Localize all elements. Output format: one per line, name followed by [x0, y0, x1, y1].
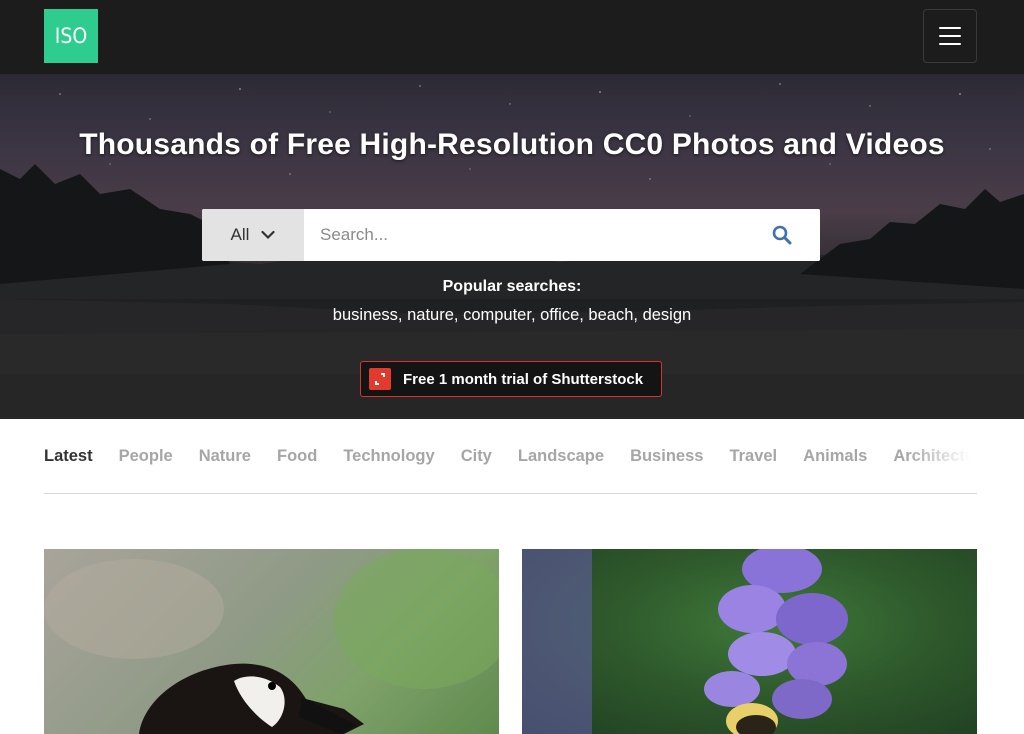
tab-animals[interactable]: Animals [803, 420, 867, 493]
shutterstock-icon [369, 368, 391, 390]
popular-search-link[interactable]: beach [588, 306, 633, 324]
site-logo[interactable]: ISO [44, 9, 98, 63]
bee-on-purple-flower-photo [522, 549, 848, 734]
tab-technology[interactable]: Technology [343, 420, 434, 493]
hamburger-icon-line [939, 35, 961, 37]
search-input[interactable] [304, 209, 744, 261]
category-tabs: Latest People Nature Food Technology Cit… [44, 420, 977, 494]
menu-button[interactable] [923, 9, 977, 63]
promo-label: Free 1 month trial of Shutterstock [403, 370, 644, 388]
popular-searches-list: business, nature, computer, office, beac… [332, 306, 692, 324]
top-navbar: ISO [0, 0, 1024, 74]
tab-travel[interactable]: Travel [729, 420, 777, 493]
search-category-dropdown[interactable]: All [202, 209, 304, 261]
popular-search-link[interactable]: nature [407, 306, 454, 324]
hero-banner: Thousands of Free High-Resolution CC0 Ph… [0, 74, 1024, 419]
canada-goose-photo [44, 549, 499, 734]
tab-people[interactable]: People [119, 420, 173, 493]
hero-title: Thousands of Free High-Resolution CC0 Ph… [79, 128, 945, 161]
tab-food[interactable]: Food [277, 420, 317, 493]
tab-landscape[interactable]: Landscape [518, 420, 604, 493]
tabs-scroll-fade [907, 420, 977, 492]
tab-city[interactable]: City [461, 420, 492, 493]
search-icon [772, 225, 792, 245]
shutterstock-promo-button[interactable]: Free 1 month trial of Shutterstock [360, 361, 662, 397]
search-category-label: All [230, 225, 250, 244]
popular-search-link[interactable]: design [643, 306, 692, 324]
photo-card-goose[interactable] [44, 549, 499, 734]
popular-searches-label: Popular searches: [442, 278, 582, 295]
popular-search-link[interactable]: office [540, 306, 579, 324]
popular-search-link[interactable]: business [333, 306, 398, 324]
tab-business[interactable]: Business [630, 420, 703, 493]
hamburger-icon [939, 27, 961, 29]
popular-search-link[interactable]: computer [463, 306, 531, 324]
search-button[interactable] [744, 209, 820, 261]
tab-nature[interactable]: Nature [199, 420, 251, 493]
search-bar: All [202, 209, 820, 261]
photo-card-bee-flower[interactable] [522, 549, 977, 734]
chevron-down-icon [261, 230, 276, 240]
tab-latest[interactable]: Latest [44, 420, 93, 493]
hamburger-icon-line [939, 43, 961, 45]
